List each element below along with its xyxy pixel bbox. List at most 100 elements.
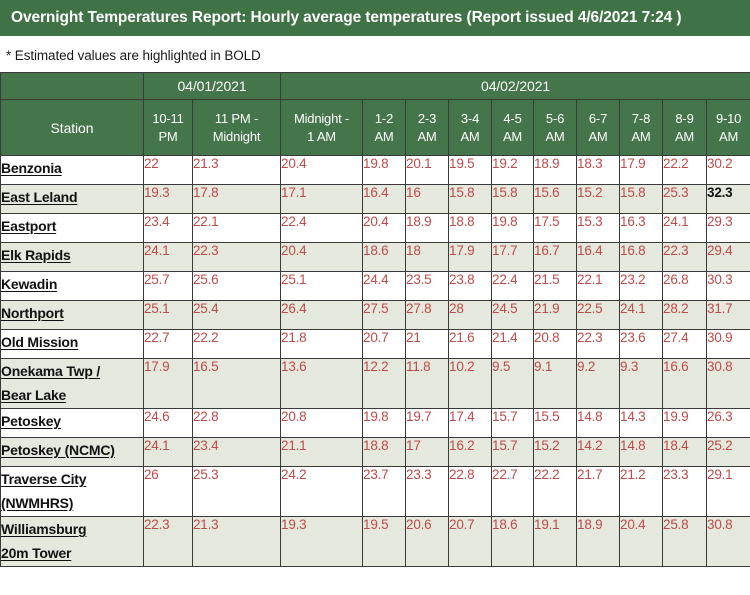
temperature-cell: 24.1 bbox=[619, 300, 664, 330]
temperature-cell: 23.6 bbox=[619, 329, 664, 359]
temperature-cell: 18.6 bbox=[362, 242, 407, 272]
date-group-row: 04/01/2021 04/02/2021 bbox=[0, 72, 750, 100]
column-header-7-8-am: 7-8 AM bbox=[619, 99, 664, 156]
temperature-cell: 27.5 bbox=[362, 300, 407, 330]
column-header-line: 5-6 bbox=[545, 110, 565, 126]
table-row: Petoskey (NCMC) 24.1 23.4 21.1 18.8 17 16.2 15.… bbox=[0, 437, 750, 467]
station-name-cell: Onekama Twp / Bear Lake bbox=[0, 358, 144, 409]
station-name-text: (NWMHRS) bbox=[1, 495, 74, 511]
temperature-cell: 22.3 bbox=[191, 242, 282, 272]
column-header-line: AM bbox=[545, 128, 565, 144]
station-name-text: Petoskey (NCMC) bbox=[1, 442, 115, 458]
temperature-cell: 19.2 bbox=[491, 155, 535, 185]
temperature-cell: 16.3 bbox=[619, 213, 664, 243]
temperature-cell: 22.3 bbox=[143, 516, 193, 567]
temperature-cell: 18.3 bbox=[576, 155, 621, 185]
station-name-cell: Benzonia bbox=[0, 155, 144, 185]
temperature-cell: 19.8 bbox=[491, 213, 535, 243]
column-header-line: 6-7 bbox=[588, 110, 608, 126]
column-header-line: Midnight - bbox=[293, 110, 350, 126]
temperature-cell: 23.2 bbox=[619, 271, 664, 301]
temperature-cell: 17.5 bbox=[533, 213, 578, 243]
temperature-cell: 25.4 bbox=[191, 300, 282, 330]
temperature-cell: 15.6 bbox=[533, 184, 578, 214]
temperature-cell: 30.2 bbox=[706, 155, 750, 185]
temperature-cell: 14.8 bbox=[619, 437, 664, 467]
temperature-cell: 22.2 bbox=[533, 466, 578, 517]
temperature-cell: 21.8 bbox=[280, 329, 364, 359]
temperature-cell: 30.9 bbox=[706, 329, 750, 359]
column-header-line: 3-4 bbox=[460, 110, 480, 126]
column-header-8-9-am: 8-9 AM bbox=[662, 99, 708, 156]
temperature-cell: 21.1 bbox=[280, 437, 364, 467]
temperature-cell: 23.5 bbox=[405, 271, 450, 301]
table-row: Onekama Twp / Bear Lake 17.9 16.5 13.6 12.2 11… bbox=[0, 358, 750, 409]
station-name-cell: Elk Rapids bbox=[0, 242, 144, 272]
station-name-cell: Old Mission bbox=[0, 329, 144, 359]
temperature-cell: 27.8 bbox=[405, 300, 450, 330]
column-header-line: 1 AM bbox=[307, 128, 336, 144]
temperature-cell: 20.4 bbox=[619, 516, 664, 567]
temperature-cell: 22.3 bbox=[576, 329, 621, 359]
temperature-cell: 18.9 bbox=[405, 213, 450, 243]
column-header-line: Station bbox=[50, 119, 94, 136]
temperature-cell: 25.3 bbox=[191, 466, 282, 517]
temperature-cell: 15.2 bbox=[576, 184, 621, 214]
temperature-cell: 20.4 bbox=[362, 213, 407, 243]
overnight-temperatures-table: 04/01/2021 04/02/2021 Station 10-11 PM 11 PM… bbox=[0, 72, 750, 567]
temperature-cell: 22.8 bbox=[448, 466, 493, 517]
temperature-cell: 24.2 bbox=[280, 466, 364, 517]
temperature-cell: 16.8 bbox=[619, 242, 664, 272]
column-header-9-10-am: 9-10 AM bbox=[706, 99, 750, 156]
column-header-11-pm-midnight: 11 PM - Midnight bbox=[191, 99, 282, 156]
temperature-cell: 20.4 bbox=[280, 242, 364, 272]
temperature-cell: 21.5 bbox=[533, 271, 578, 301]
temperature-cell: 14.3 bbox=[619, 408, 664, 438]
station-name-cell: Eastport bbox=[0, 213, 144, 243]
station-name-text: East Leland bbox=[1, 189, 78, 205]
table-row: East Leland 19.3 17.8 17.1 16.4 16 15.8 15.8 15.… bbox=[0, 184, 750, 214]
temperature-cell: 15.3 bbox=[576, 213, 621, 243]
temperature-cell: 22.2 bbox=[191, 329, 282, 359]
temperature-cell: 24.1 bbox=[143, 437, 193, 467]
station-name-text: Elk Rapids bbox=[1, 247, 71, 263]
column-header-row: Station 10-11 PM 11 PM - Midnight Midnight - 1… bbox=[0, 99, 750, 156]
column-header-4-5-am: 4-5 AM bbox=[491, 99, 535, 156]
temperature-cell: 22.1 bbox=[191, 213, 282, 243]
temperature-cell: 9.2 bbox=[576, 358, 621, 409]
column-header-line: PM bbox=[158, 128, 178, 144]
temperature-cell: 18.6 bbox=[491, 516, 535, 567]
temperature-cell: 24.6 bbox=[143, 408, 193, 438]
table-row: Northport 25.1 25.4 26.4 27.5 27.8 28 24.5 21.9 2… bbox=[0, 300, 750, 330]
temperature-cell: 15.8 bbox=[448, 184, 493, 214]
temperature-cell: 20.4 bbox=[280, 155, 364, 185]
column-header-line: AM bbox=[674, 128, 695, 144]
header-corner-blank bbox=[0, 72, 144, 100]
temperature-cell: 23.3 bbox=[405, 466, 450, 517]
column-header-3-4-am: 3-4 AM bbox=[448, 99, 493, 156]
date-group-header-04-02-2021: 04/02/2021 bbox=[280, 72, 750, 100]
station-name-text: Bear Lake bbox=[1, 387, 67, 403]
temperature-cell: 19.8 bbox=[362, 155, 407, 185]
column-header-line: 2-3 bbox=[417, 110, 437, 126]
temperature-cell: 30.8 bbox=[706, 358, 750, 409]
column-header-line: 9-10 bbox=[715, 110, 742, 126]
station-name-cell: Kewadin bbox=[0, 271, 144, 301]
station-name-text: Eastport bbox=[1, 218, 57, 234]
temperature-cell: 22.4 bbox=[491, 271, 535, 301]
column-header-line: AM bbox=[417, 128, 437, 144]
temperature-cell: 18.8 bbox=[362, 437, 407, 467]
column-header-line: AM bbox=[719, 128, 739, 144]
temperature-cell: 23.7 bbox=[362, 466, 407, 517]
temperature-cell: 22.3 bbox=[662, 242, 708, 272]
temperature-cell: 16 bbox=[405, 184, 450, 214]
station-name-cell: Petoskey bbox=[0, 408, 144, 438]
temperature-cell: 21.3 bbox=[191, 155, 282, 185]
column-header-station: Station bbox=[0, 99, 144, 156]
temperature-cell: 31.7 bbox=[706, 300, 750, 330]
temperature-cell: 22 bbox=[143, 155, 193, 185]
temperature-cell: 22.2 bbox=[662, 155, 708, 185]
temperature-cell: 24.1 bbox=[662, 213, 708, 243]
table-row: Elk Rapids 24.1 22.3 20.4 18.6 18 17.9 17.7 16.7… bbox=[0, 242, 750, 272]
temperature-cell: 17 bbox=[405, 437, 450, 467]
